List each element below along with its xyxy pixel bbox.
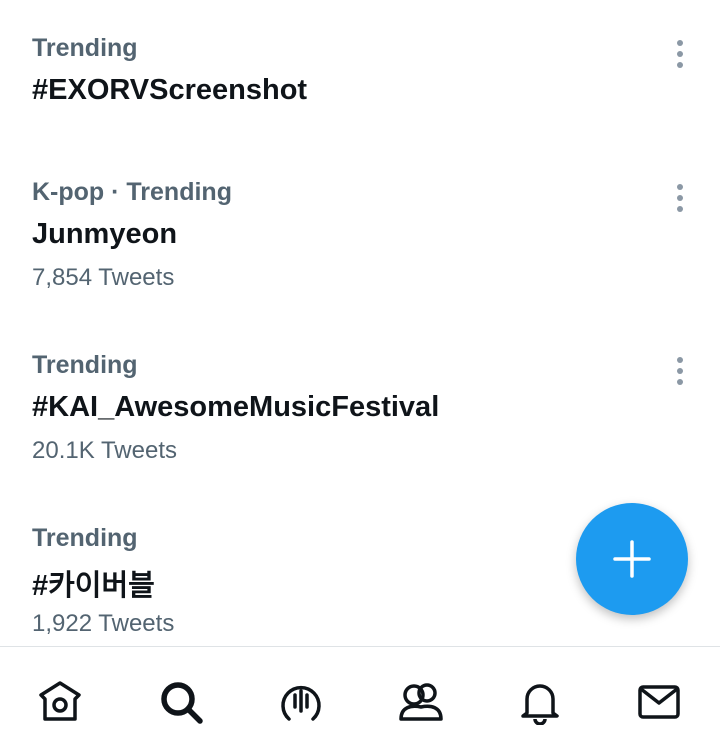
nav-home[interactable] bbox=[35, 677, 85, 727]
trend-context: K-pop · Trending bbox=[32, 178, 232, 206]
trend-tweet-count: 1,922 Tweets bbox=[32, 610, 175, 637]
trend-tweet-count: 20.1K Tweets bbox=[32, 437, 177, 464]
compose-tweet-button[interactable] bbox=[576, 503, 688, 615]
trend-item[interactable]: Trending #KAI_AwesomeMusicFestival 20.1K… bbox=[0, 351, 720, 471]
more-options-icon[interactable] bbox=[668, 178, 692, 218]
nav-messages[interactable] bbox=[634, 677, 684, 727]
trend-context: Trending bbox=[32, 351, 138, 379]
more-options-icon[interactable] bbox=[668, 351, 692, 391]
nav-search[interactable] bbox=[156, 677, 206, 727]
communities-icon bbox=[399, 683, 443, 721]
search-icon bbox=[161, 682, 203, 724]
messages-icon bbox=[638, 685, 680, 719]
home-icon bbox=[39, 681, 81, 721]
trend-item[interactable]: K-pop · Trending Junmyeon 7,854 Tweets bbox=[0, 178, 720, 298]
trend-name: Junmyeon bbox=[32, 218, 178, 250]
trend-tweet-count: 7,854 Tweets bbox=[32, 264, 175, 291]
trend-context: Trending bbox=[32, 524, 138, 552]
trend-name: #KAI_AwesomeMusicFestival bbox=[32, 391, 440, 423]
trend-item[interactable]: Trending #EXORVScreenshot bbox=[0, 34, 720, 144]
trend-name: #카이버블 bbox=[32, 570, 155, 602]
bottom-navigation bbox=[0, 646, 720, 755]
plus-icon bbox=[613, 540, 651, 578]
nav-notifications[interactable] bbox=[515, 677, 565, 727]
trend-name: #EXORVScreenshot bbox=[32, 74, 308, 106]
notifications-icon bbox=[521, 684, 559, 725]
more-options-icon[interactable] bbox=[668, 34, 692, 74]
spaces-icon bbox=[281, 685, 321, 721]
nav-spaces[interactable] bbox=[276, 677, 326, 727]
trend-context: Trending bbox=[32, 34, 138, 62]
nav-communities[interactable] bbox=[396, 677, 446, 727]
